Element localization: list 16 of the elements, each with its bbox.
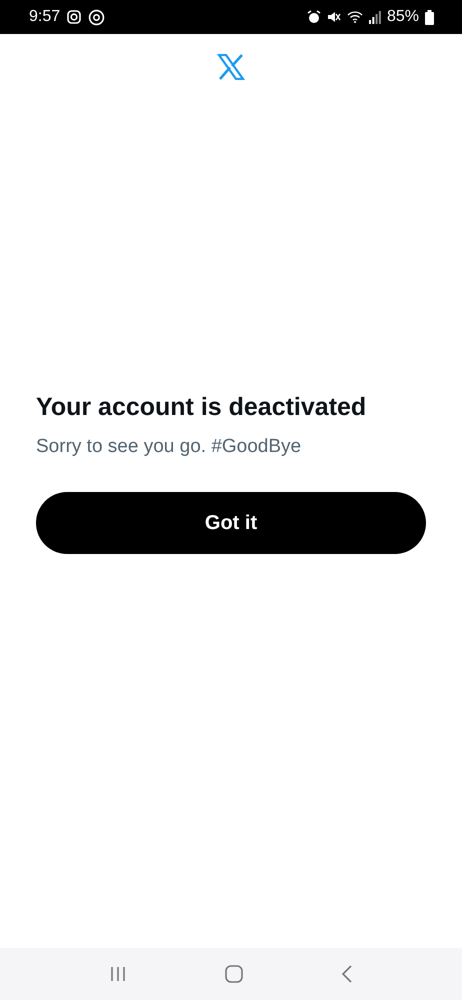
recent-apps-icon[interactable]: [109, 966, 127, 982]
dialog-title: Your account is deactivated: [36, 393, 368, 422]
back-icon[interactable]: [341, 965, 353, 983]
battery-percentage: 85%: [386, 8, 419, 26]
camera-icon: [66, 9, 82, 25]
wifi-icon: [346, 10, 363, 24]
logo-icon: [217, 54, 245, 80]
clock: 9:57: [29, 8, 60, 26]
got-it-button[interactable]: Got it: [36, 492, 426, 554]
at-sign-icon: [88, 8, 106, 26]
mute-icon: [326, 10, 341, 24]
home-icon[interactable]: [225, 965, 243, 983]
alarm-icon: [306, 10, 321, 24]
signal-icon: [368, 10, 381, 24]
battery-icon: [425, 10, 434, 24]
dialog-message: Sorry to see you go. #GoodBye: [36, 436, 302, 458]
